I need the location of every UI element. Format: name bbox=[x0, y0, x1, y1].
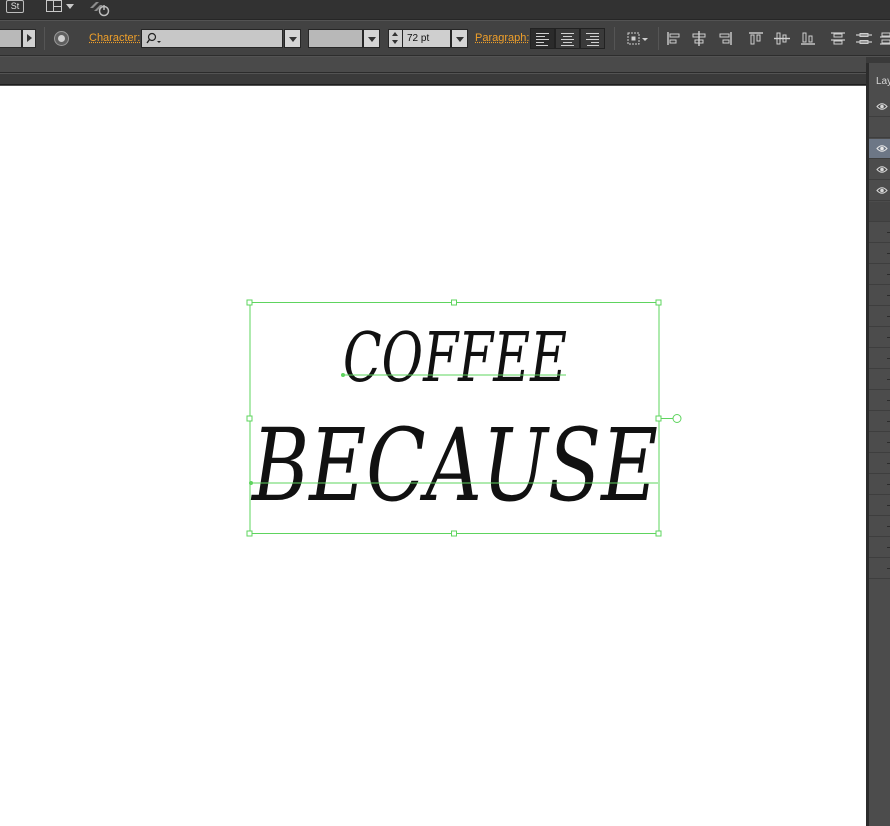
sync-settings-icon[interactable] bbox=[88, 0, 112, 17]
layer-row[interactable] bbox=[869, 97, 890, 117]
paragraph-panel-link[interactable]: Paragraph: bbox=[475, 32, 529, 45]
layer-row-selected[interactable] bbox=[869, 139, 890, 159]
artwork-line-coffee: COFFEE bbox=[343, 319, 567, 398]
document-header-strip bbox=[0, 74, 866, 85]
distribute-vertical-bottom-icon[interactable] bbox=[878, 30, 890, 47]
vertical-align-center-icon[interactable] bbox=[773, 30, 791, 47]
layers-panel-tab[interactable]: Layers bbox=[869, 72, 890, 92]
stepper-down-icon bbox=[392, 40, 398, 44]
transform-reference-icon[interactable] bbox=[626, 30, 650, 47]
workspace-layout-icon bbox=[46, 0, 62, 12]
document-tab-strip bbox=[0, 57, 866, 73]
character-panel-link[interactable]: Character: bbox=[89, 32, 140, 45]
layer-row[interactable] bbox=[869, 328, 890, 348]
application-bar: St bbox=[0, 0, 890, 20]
divider bbox=[658, 27, 659, 50]
align-center-button[interactable] bbox=[555, 28, 580, 49]
align-left-button[interactable] bbox=[530, 28, 555, 49]
font-style-input[interactable] bbox=[308, 29, 363, 48]
baseline-anchor bbox=[341, 373, 345, 377]
layer-row[interactable] bbox=[869, 517, 890, 537]
align-right-button[interactable] bbox=[580, 28, 605, 49]
font-size-input[interactable]: 72 pt bbox=[403, 29, 451, 48]
layer-row[interactable] bbox=[869, 181, 890, 201]
distribute-vertical-center-icon[interactable] bbox=[855, 30, 873, 47]
stroke-weight-arrow-button[interactable] bbox=[22, 29, 36, 48]
selected-type-object[interactable]: COFFEE BECAUSE bbox=[0, 86, 866, 826]
divider bbox=[614, 27, 615, 50]
layer-row[interactable] bbox=[869, 160, 890, 180]
layer-row[interactable] bbox=[869, 223, 890, 243]
area-type-out-port[interactable] bbox=[673, 415, 681, 423]
layer-row[interactable] bbox=[869, 307, 890, 327]
horizontal-align-right-icon[interactable] bbox=[716, 30, 734, 47]
search-icon bbox=[146, 32, 162, 46]
eye-icon[interactable] bbox=[876, 144, 888, 153]
control-bar: Character: 72 pt Paragraph: bbox=[0, 21, 890, 56]
horizontal-align-center-icon[interactable] bbox=[690, 30, 708, 47]
layer-row[interactable] bbox=[869, 286, 890, 306]
horizontal-align-left-icon[interactable] bbox=[665, 30, 683, 47]
layer-row[interactable] bbox=[869, 118, 890, 138]
vertical-align-top-icon[interactable] bbox=[747, 30, 765, 47]
recolor-artwork-icon[interactable] bbox=[54, 31, 69, 46]
eye-icon[interactable] bbox=[876, 186, 888, 195]
artboard-canvas[interactable]: COFFEE BECAUSE bbox=[0, 86, 866, 826]
layer-row[interactable] bbox=[869, 349, 890, 369]
layer-row[interactable] bbox=[869, 475, 890, 495]
layer-row[interactable] bbox=[869, 433, 890, 453]
font-size-stepper[interactable] bbox=[388, 29, 403, 48]
stepper-up-icon bbox=[392, 32, 398, 36]
workspace-switcher-button[interactable] bbox=[46, 0, 74, 14]
layers-panel: Layers bbox=[866, 63, 890, 826]
eye-icon[interactable] bbox=[876, 165, 888, 174]
distribute-vertical-top-icon[interactable] bbox=[829, 30, 847, 47]
layer-row[interactable] bbox=[869, 496, 890, 516]
layer-row[interactable] bbox=[869, 370, 890, 390]
layer-row[interactable] bbox=[869, 244, 890, 264]
layer-row[interactable] bbox=[869, 559, 890, 579]
vertical-align-bottom-icon[interactable] bbox=[799, 30, 817, 47]
font-family-dropdown-button[interactable] bbox=[284, 29, 301, 48]
layer-row[interactable] bbox=[869, 265, 890, 285]
font-family-input[interactable] bbox=[141, 29, 283, 48]
artwork-line-because: BECAUSE bbox=[250, 407, 658, 524]
layer-row[interactable] bbox=[869, 202, 890, 222]
layer-row[interactable] bbox=[869, 391, 890, 411]
divider bbox=[44, 27, 45, 50]
stroke-weight-field[interactable] bbox=[0, 29, 22, 48]
layer-row[interactable] bbox=[869, 538, 890, 558]
layer-row[interactable] bbox=[869, 412, 890, 432]
adobe-stock-button[interactable]: St bbox=[6, 0, 24, 13]
chevron-down-icon bbox=[66, 4, 74, 9]
eye-icon[interactable] bbox=[876, 102, 888, 111]
font-size-dropdown-button[interactable] bbox=[451, 29, 468, 48]
layer-row[interactable] bbox=[869, 454, 890, 474]
font-style-dropdown-button[interactable] bbox=[363, 29, 380, 48]
